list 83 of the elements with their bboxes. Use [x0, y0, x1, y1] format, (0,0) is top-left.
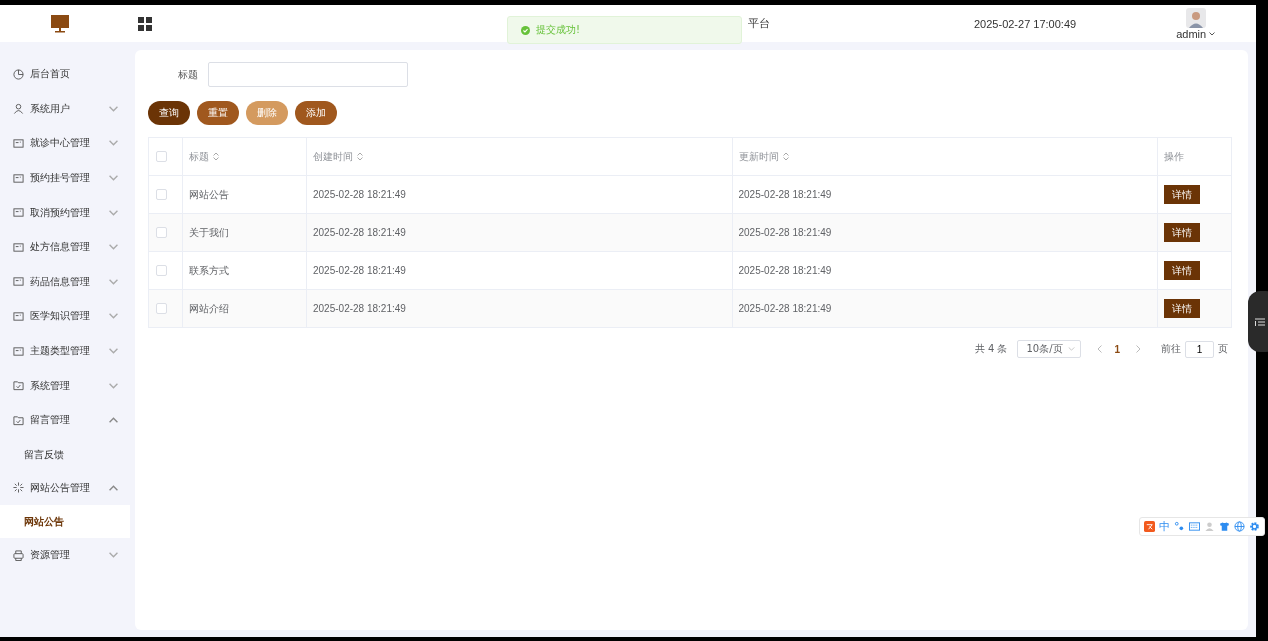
card-icon: [13, 241, 24, 253]
table-cell: 2025-02-28 18:21:49: [313, 303, 406, 314]
table-cell: 2025-02-28 18:21:49: [313, 265, 406, 276]
checkbox[interactable]: [156, 265, 167, 277]
user-icon[interactable]: [1204, 521, 1215, 532]
detail-button[interactable]: 详情: [1164, 261, 1200, 280]
card-icon: [13, 172, 24, 184]
goto-page-field[interactable]: 1: [1185, 340, 1214, 358]
caret-down-icon: [1068, 347, 1076, 351]
detail-button[interactable]: 详情: [1164, 223, 1200, 242]
prev-page-icon[interactable]: [1097, 345, 1103, 353]
card-icon: [13, 276, 24, 288]
checkbox[interactable]: [156, 151, 167, 163]
folder-icon: [13, 380, 24, 392]
table-cell: 2025-02-28 18:21:49: [313, 227, 406, 238]
page-size-select[interactable]: 10条/页: [1017, 340, 1082, 358]
sort-icon[interactable]: [357, 152, 363, 161]
card-icon: [13, 345, 24, 357]
table-cell: 关于我们: [189, 226, 229, 238]
detail-button[interactable]: 详情: [1164, 185, 1200, 204]
sidebar-item[interactable]: 取消预约管理: [0, 195, 130, 230]
globe-icon[interactable]: [1234, 521, 1245, 532]
table-cell: 2025-02-28 18:21:49: [738, 189, 832, 200]
shirt-icon[interactable]: [1219, 521, 1230, 532]
action-button[interactable]: 添加: [295, 101, 337, 125]
logo-icon[interactable]: [1144, 521, 1155, 532]
field-label: 标题: [178, 67, 199, 82]
toast-message: 提交成功!: [536, 23, 580, 37]
sidebar-item[interactable]: 医学知识管理: [0, 299, 130, 334]
list-icon: [1255, 316, 1265, 327]
sidebar-item[interactable]: 主题类型管理: [0, 333, 130, 369]
user-menu[interactable]: admin: [1176, 27, 1216, 40]
sidebar-item[interactable]: 系统用户: [0, 91, 130, 127]
sidebar-item[interactable]: 资源管理: [0, 538, 130, 573]
sidebar-item[interactable]: 处方信息管理: [0, 229, 130, 265]
site-title: 平台: [748, 16, 770, 31]
table-cell: 2025-02-28 18:21:49: [313, 189, 406, 200]
sidebar-item[interactable]: 药品信息管理: [0, 264, 130, 300]
keyboard-icon[interactable]: [1189, 521, 1200, 532]
table-cell: 网站介绍: [189, 302, 229, 314]
settings-icon[interactable]: [1249, 521, 1260, 532]
action-button[interactable]: 查询: [148, 101, 190, 125]
sort-icon[interactable]: [213, 152, 219, 161]
folder-icon: [13, 414, 24, 426]
page-number[interactable]: 1: [1114, 343, 1120, 355]
sidebar-item[interactable]: 留言管理: [0, 402, 130, 438]
caret-down-icon[interactable]: [1209, 31, 1216, 36]
punctuation-icon[interactable]: [1174, 521, 1185, 532]
check-circle-icon: [521, 25, 530, 35]
table-cell: 2025-02-28 18:21:49: [738, 303, 832, 314]
table-cell: 网站公告: [189, 188, 229, 200]
action-button[interactable]: 重置: [197, 101, 239, 125]
table-cell: 2025-02-28 18:21:49: [738, 227, 832, 238]
next-page-icon[interactable]: [1136, 345, 1141, 353]
user-icon: [13, 103, 24, 115]
goto-label: 前往: [1161, 342, 1181, 356]
page-suffix: 页: [1218, 342, 1228, 356]
card-icon: [13, 207, 24, 219]
title-input-field[interactable]: [208, 62, 408, 87]
table-cell: 联系方式: [189, 264, 229, 276]
sidebar-item[interactable]: 网站公告管理: [0, 470, 130, 506]
printer-icon: [13, 549, 24, 561]
sidebar-item[interactable]: 预约挂号管理: [0, 160, 130, 196]
card-icon: [13, 138, 24, 149]
card-icon: [13, 310, 24, 322]
sidebar-item[interactable]: 系统管理: [0, 368, 130, 403]
grid-menu-icon[interactable]: [138, 16, 152, 31]
detail-button[interactable]: 详情: [1164, 299, 1200, 318]
monitor-icon: [50, 14, 70, 33]
total-count: 共 4 条: [974, 342, 1008, 356]
sort-icon[interactable]: [782, 152, 789, 161]
clock-icon: [13, 68, 24, 80]
checkbox[interactable]: [156, 303, 167, 315]
sparkle-icon: [13, 482, 24, 494]
input-mode[interactable]: 中: [1159, 521, 1170, 532]
datetime: 2025-02-27 17:00:49: [974, 17, 1077, 30]
sidebar-subitem[interactable]: 留言反馈: [0, 437, 130, 471]
sidebar-item[interactable]: 后台首页: [0, 57, 130, 92]
table-cell: 2025-02-28 18:21:49: [738, 265, 832, 276]
checkbox[interactable]: [156, 189, 167, 201]
sidebar-item[interactable]: 就诊中心管理: [0, 126, 130, 161]
sidebar-subitem[interactable]: 网站公告: [0, 505, 130, 539]
checkbox[interactable]: [156, 227, 167, 239]
